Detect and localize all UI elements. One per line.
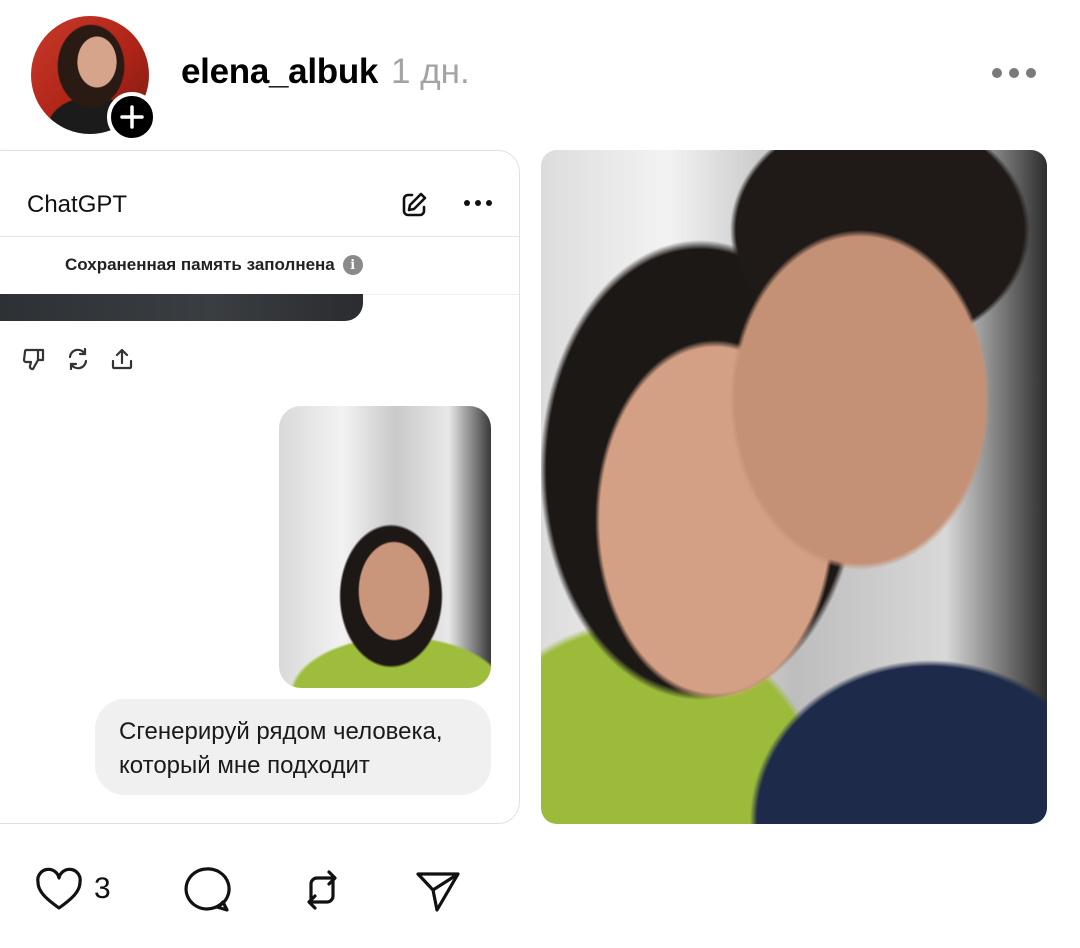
thumbs-down-icon bbox=[22, 348, 45, 371]
uploaded-photo bbox=[279, 406, 491, 688]
memory-notice: Сохраненная память заполнена i bbox=[65, 255, 363, 275]
share-icon bbox=[111, 348, 133, 370]
repost-icon[interactable] bbox=[296, 864, 348, 916]
divider bbox=[0, 236, 519, 237]
user-message-bubble: Сгенерируй рядом человека, который мне п… bbox=[95, 699, 491, 795]
chat-app-title: ChatGPT bbox=[27, 191, 128, 218]
edit-icon bbox=[402, 192, 427, 217]
follow-button[interactable] bbox=[107, 92, 157, 142]
chat-more-icon bbox=[464, 200, 492, 206]
info-icon: i bbox=[342, 255, 363, 275]
regenerate-icon bbox=[68, 347, 88, 371]
chat-screenshot-card[interactable]: ChatGPT Сохраненная память заполнена i С… bbox=[0, 150, 520, 824]
memory-notice-text: Сохраненная память заполнена bbox=[65, 255, 335, 274]
send-icon[interactable] bbox=[412, 864, 464, 916]
post-timestamp: 1 дн. bbox=[391, 52, 470, 91]
post-photo[interactable] bbox=[541, 150, 1047, 824]
plus-icon bbox=[120, 105, 144, 129]
like-count: 3 bbox=[94, 872, 111, 905]
more-options-icon[interactable] bbox=[990, 66, 1038, 80]
comment-icon[interactable] bbox=[180, 864, 232, 916]
heart-icon[interactable] bbox=[33, 864, 85, 916]
username[interactable]: elena_albuk bbox=[181, 52, 378, 92]
previous-image bbox=[0, 294, 363, 321]
